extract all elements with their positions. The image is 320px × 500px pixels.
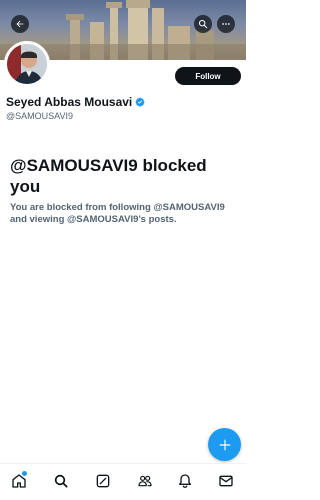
profile-handle: @SAMOUSAVI9: [6, 111, 73, 121]
nav-notifications[interactable]: [174, 470, 196, 492]
blocked-title: @SAMOUSAVI9 blocked you: [10, 156, 207, 196]
nav-home[interactable]: [8, 470, 30, 492]
search-button[interactable]: [194, 15, 212, 33]
nav-communities[interactable]: [134, 470, 156, 492]
blocked-description: You are blocked from following @SAMOUSAV…: [10, 202, 225, 225]
back-button[interactable]: [11, 15, 29, 33]
search-icon: [198, 19, 208, 29]
bottom-navigation: [0, 463, 246, 500]
arrow-left-icon: [16, 20, 24, 28]
follow-button[interactable]: Follow: [175, 67, 241, 85]
avatar[interactable]: [4, 41, 50, 87]
verified-badge-icon[interactable]: [135, 97, 145, 107]
messages-icon: [219, 475, 233, 487]
plus-icon: [219, 439, 230, 450]
communities-icon: [138, 475, 152, 487]
nav-search[interactable]: [50, 470, 72, 492]
notifications-icon: [179, 474, 191, 489]
avatar-image: [7, 44, 47, 84]
profile-name: Seyed Abbas Mousavi: [6, 95, 133, 109]
home-notification-dot: [22, 471, 27, 476]
nav-grok[interactable]: [92, 470, 114, 492]
nav-messages[interactable]: [215, 470, 237, 492]
profile-name-row: Seyed Abbas Mousavi: [6, 95, 145, 109]
compose-post-button[interactable]: [208, 428, 241, 461]
grok-icon: [96, 474, 110, 488]
more-horizontal-icon: [222, 23, 230, 25]
more-options-button[interactable]: [217, 15, 235, 33]
search-icon: [54, 474, 68, 488]
